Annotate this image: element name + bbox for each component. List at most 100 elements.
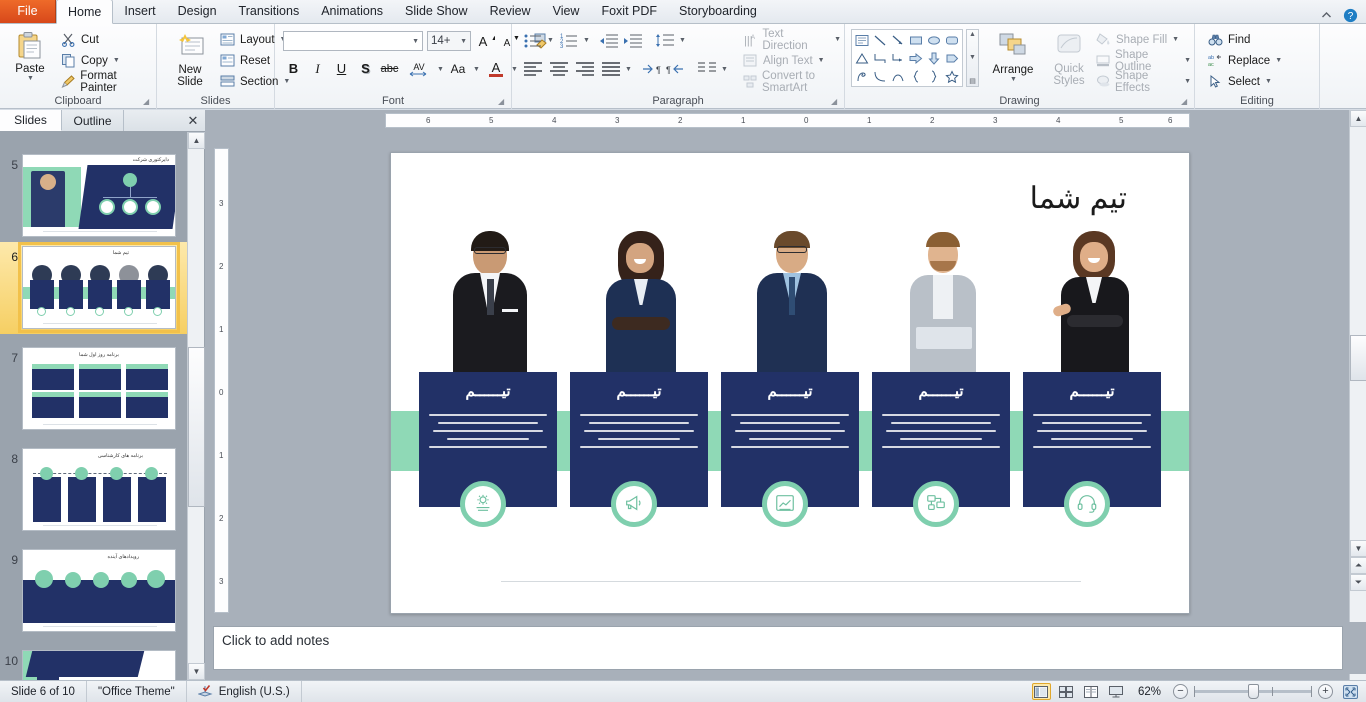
theme-name[interactable]: "Office Theme" bbox=[87, 680, 187, 702]
view-normal-button[interactable] bbox=[1031, 683, 1051, 700]
card-icon-badge-1[interactable] bbox=[460, 481, 506, 527]
list-item[interactable]: 9 رویدادهای آینده bbox=[0, 549, 188, 632]
zoom-out-button[interactable]: − bbox=[1173, 684, 1188, 699]
shape-arrow-icon[interactable] bbox=[889, 31, 907, 49]
increase-indent-button[interactable] bbox=[622, 30, 644, 51]
list-item[interactable]: 5 دایرکتوری شرکت bbox=[0, 154, 188, 237]
reset-button[interactable]: Reset bbox=[217, 51, 273, 70]
slide-title[interactable]: تیم شما bbox=[1030, 181, 1127, 216]
font-name-combobox[interactable]: ▼ bbox=[283, 31, 423, 51]
slide-counter[interactable]: Slide 6 of 10 bbox=[0, 680, 87, 702]
character-spacing-button[interactable]: AV bbox=[405, 58, 435, 79]
list-item[interactable]: 6 تیم شما bbox=[0, 242, 188, 333]
tab-home[interactable]: Home bbox=[56, 0, 114, 24]
slide-scroll-thumb[interactable] bbox=[1350, 335, 1366, 381]
team-member-3[interactable]: تیــــــم bbox=[721, 231, 859, 613]
tab-slides[interactable]: Slides bbox=[0, 110, 62, 131]
list-item[interactable]: 8 برنامه های کارشناسی bbox=[0, 448, 188, 531]
shape-effects-button[interactable]: Shape Effects ▼ bbox=[1093, 70, 1194, 94]
text-direction-caret[interactable]: ▼ bbox=[834, 36, 841, 43]
shape-right-arrow-icon[interactable] bbox=[907, 49, 925, 67]
shape-triangle-icon[interactable] bbox=[853, 49, 871, 67]
tab-foxit-pdf[interactable]: Foxit PDF bbox=[590, 0, 668, 23]
slide-thumbnail-5[interactable]: دایرکتوری شرکت bbox=[22, 154, 176, 237]
shape-left-brace-icon[interactable] bbox=[907, 67, 925, 85]
select-button[interactable]: Select ▼ bbox=[1205, 72, 1275, 91]
decrease-indent-button[interactable] bbox=[598, 30, 620, 51]
arrange-caret[interactable]: ▼ bbox=[1010, 76, 1017, 83]
numbering-caret[interactable]: ▼ bbox=[583, 37, 590, 44]
panel-scroll-thumb[interactable] bbox=[188, 347, 205, 507]
align-center-button[interactable] bbox=[548, 58, 570, 79]
columns-button[interactable] bbox=[696, 58, 718, 79]
text-direction-button[interactable]: ||| A Text Direction ▼ bbox=[740, 28, 844, 52]
shapes-scroll-up[interactable]: ▲ bbox=[969, 31, 976, 38]
font-name-caret[interactable]: ▼ bbox=[412, 38, 419, 45]
collapse-ribbon-icon[interactable] bbox=[1318, 7, 1334, 23]
text-shadow-button[interactable]: S bbox=[355, 58, 376, 79]
shape-curve-icon[interactable] bbox=[871, 67, 889, 85]
slide-scroll-up-button[interactable]: ▲ bbox=[1350, 110, 1366, 127]
shape-fill-caret[interactable]: ▼ bbox=[1172, 36, 1179, 43]
tab-insert[interactable]: Insert bbox=[113, 0, 166, 23]
tab-view[interactable]: View bbox=[542, 0, 591, 23]
shape-textbox-icon[interactable] bbox=[853, 31, 871, 49]
underline-button[interactable]: U bbox=[331, 58, 352, 79]
horizontal-ruler[interactable]: 6 5 4 3 2 1 0 1 2 3 4 5 6 bbox=[385, 113, 1190, 128]
shape-outline-caret[interactable]: ▼ bbox=[1184, 57, 1191, 64]
view-slide-sorter-button[interactable] bbox=[1057, 683, 1076, 700]
slide-thumbnail-9[interactable]: رویدادهای آینده bbox=[22, 549, 176, 632]
slide-canvas[interactable]: تیم شما تیــــــم تیــــــم تیــــــم تی… bbox=[390, 152, 1190, 614]
cut-button[interactable]: Cut bbox=[58, 30, 102, 49]
replace-caret[interactable]: ▼ bbox=[1275, 57, 1282, 64]
panel-scroll-up-button[interactable]: ▲ bbox=[188, 132, 205, 149]
align-text-button[interactable]: Align Text ▼ bbox=[740, 51, 828, 70]
notes-input[interactable]: Click to add notes bbox=[213, 626, 1343, 670]
copy-button[interactable]: Copy ▼ bbox=[58, 51, 123, 70]
change-case-button[interactable]: Aa bbox=[445, 58, 471, 79]
slide-thumbnail-list[interactable]: 5 دایرکتوری شرکت 6 تیم شما 7 برنامه روز … bbox=[0, 132, 188, 680]
bullets-caret[interactable]: ▼ bbox=[547, 37, 554, 44]
language-status[interactable]: English (U.S.) bbox=[187, 680, 302, 702]
tab-storyboarding[interactable]: Storyboarding bbox=[668, 0, 768, 23]
shape-rectangle-icon[interactable] bbox=[907, 31, 925, 49]
shape-elbow-connector-icon[interactable] bbox=[871, 49, 889, 67]
shapes-scroll-down[interactable]: ▼ bbox=[969, 54, 976, 61]
card-icon-badge-3[interactable] bbox=[762, 481, 808, 527]
previous-slide-button[interactable]: ⏶ bbox=[1350, 557, 1366, 574]
panel-scroll-down-button[interactable]: ▼ bbox=[188, 663, 205, 680]
slide-thumbnail-8[interactable]: برنامه های کارشناسی bbox=[22, 448, 176, 531]
shape-rounded-rectangle-icon[interactable] bbox=[943, 31, 961, 49]
italic-button[interactable]: I bbox=[307, 58, 328, 79]
slide-thumbnail-7[interactable]: برنامه روز اول شما bbox=[22, 347, 176, 430]
shape-star-icon[interactable] bbox=[943, 67, 961, 85]
list-item[interactable]: 10 bbox=[0, 650, 188, 680]
fit-to-window-button[interactable] bbox=[1341, 683, 1360, 700]
slide-thumbnail-6[interactable]: تیم شما bbox=[18, 242, 180, 333]
find-button[interactable]: Find bbox=[1205, 30, 1253, 49]
tab-outline[interactable]: Outline bbox=[62, 110, 124, 131]
slide-thumbnail-10[interactable] bbox=[22, 650, 176, 680]
left-to-right-button[interactable]: ¶ bbox=[640, 58, 662, 79]
shape-freeform-icon[interactable] bbox=[853, 67, 871, 85]
shapes-scroll-more[interactable]: ▤ bbox=[969, 77, 976, 85]
zoom-in-button[interactable]: + bbox=[1318, 684, 1333, 699]
tab-slide-show[interactable]: Slide Show bbox=[394, 0, 479, 23]
align-right-button[interactable] bbox=[574, 58, 596, 79]
paste-button[interactable]: Paste ▼ bbox=[6, 27, 54, 82]
shape-line-icon[interactable] bbox=[871, 31, 889, 49]
clipboard-dialog-launcher[interactable]: ◢ bbox=[143, 97, 152, 106]
vertical-ruler[interactable]: 3 2 1 0 1 2 3 bbox=[214, 148, 229, 613]
zoom-slider-handle[interactable] bbox=[1248, 684, 1259, 699]
quick-styles-button[interactable]: Quick Styles bbox=[1043, 28, 1095, 87]
view-slide-show-button[interactable] bbox=[1107, 683, 1126, 700]
drawing-dialog-launcher[interactable]: ◢ bbox=[1181, 97, 1190, 106]
align-left-button[interactable] bbox=[522, 58, 544, 79]
tab-animations[interactable]: Animations bbox=[310, 0, 394, 23]
shape-outline-button[interactable]: Shape Outline ▼ bbox=[1093, 49, 1194, 73]
line-spacing-caret[interactable]: ▼ bbox=[679, 37, 686, 44]
close-icon[interactable]: ✕ bbox=[181, 110, 205, 131]
tab-transitions[interactable]: Transitions bbox=[228, 0, 311, 23]
convert-to-smartart-button[interactable]: Convert to SmartArt bbox=[740, 70, 844, 94]
numbering-button[interactable]: 123 bbox=[558, 30, 580, 51]
